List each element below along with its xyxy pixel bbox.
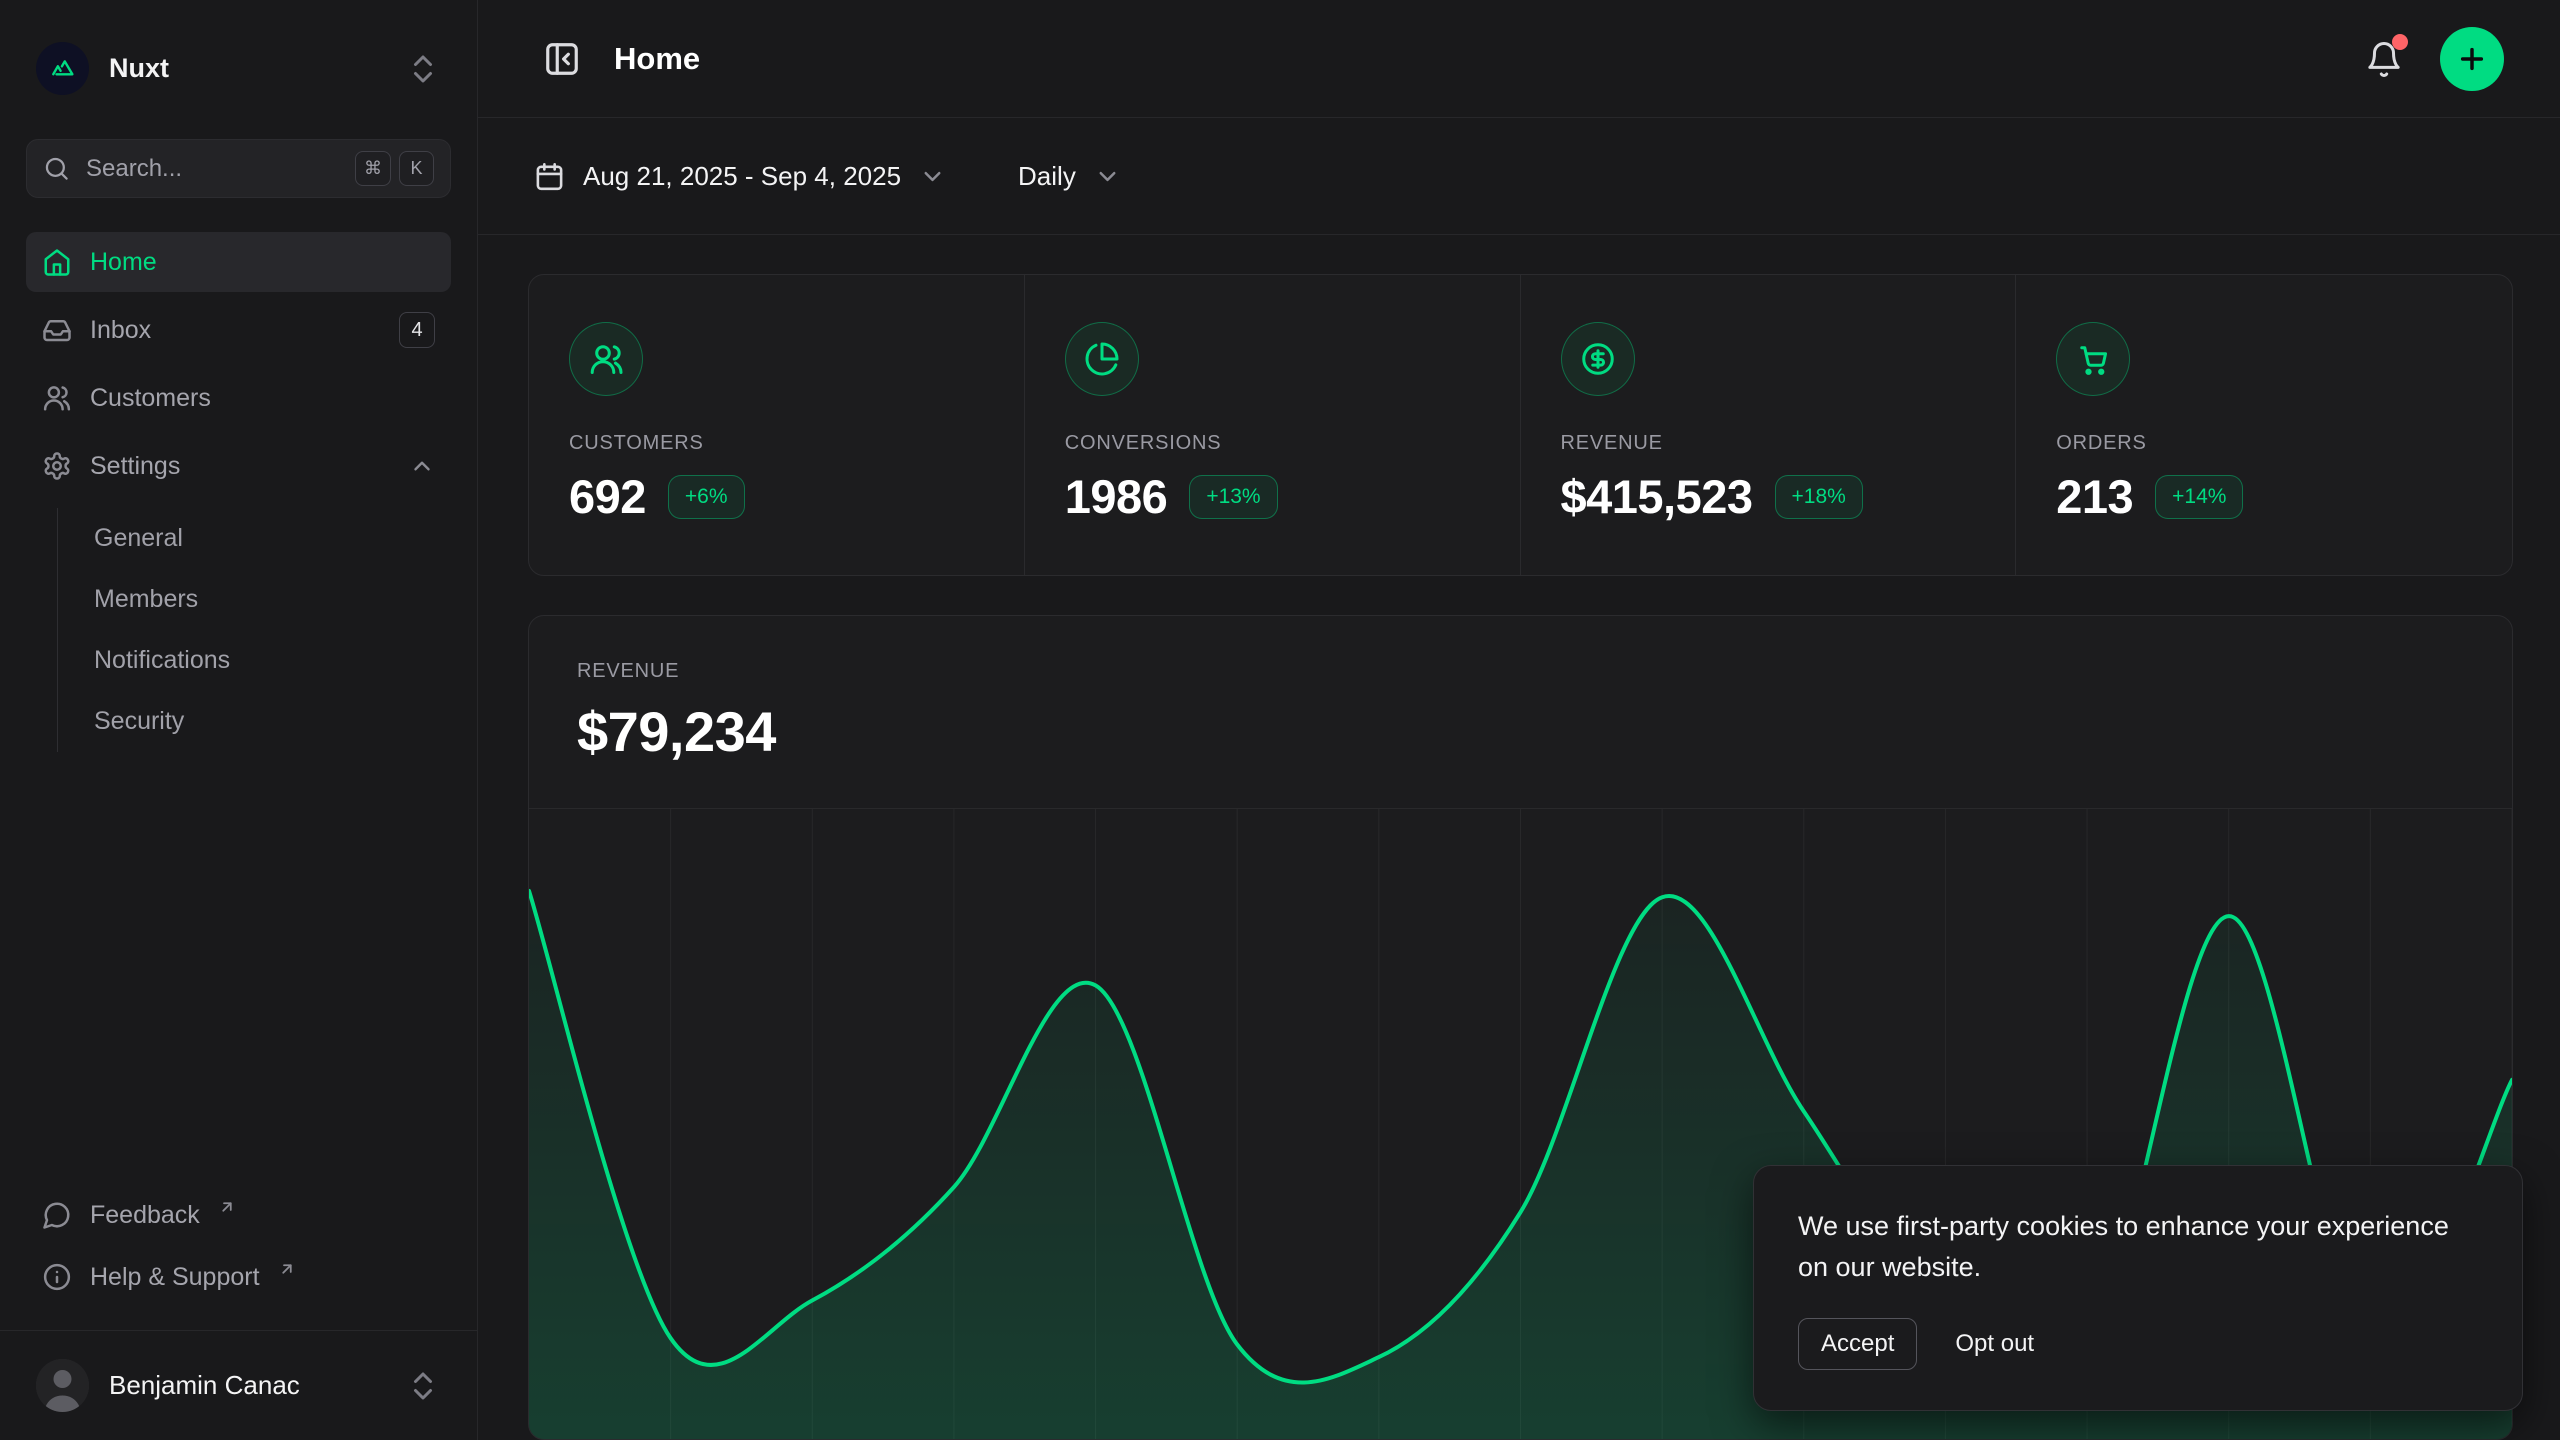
cookie-message: We use first-party cookies to enhance yo…: [1798, 1206, 2478, 1288]
stats-panel: CUSTOMERS 692 +6% CONVERSIONS 1986 +13%: [528, 274, 2513, 576]
inbox-icon: [42, 315, 72, 345]
chevron-down-icon: [1094, 163, 1121, 190]
collapse-sidebar-button[interactable]: [534, 31, 590, 87]
stat-value: $415,523: [1561, 469, 1753, 524]
gear-icon: [42, 451, 72, 481]
app-root: Nuxt Search... ⌘ K: [0, 0, 2560, 1440]
stat-customers[interactable]: CUSTOMERS 692 +6%: [529, 275, 1025, 575]
users-icon: [569, 322, 643, 396]
inbox-count-badge: 4: [399, 312, 435, 348]
kbd-cmd: ⌘: [355, 151, 391, 186]
dollar-circle-icon: [1561, 322, 1635, 396]
team-name: Nuxt: [109, 53, 385, 84]
sidebar-footer: Feedback Help & Support: [26, 1184, 451, 1330]
calendar-icon: [534, 161, 565, 192]
sidebar-subitem-general[interactable]: General: [58, 508, 451, 569]
info-circle-icon: [42, 1262, 72, 1292]
feedback-link[interactable]: Feedback: [26, 1184, 451, 1246]
pie-chart-icon: [1065, 322, 1139, 396]
revenue-value: $79,234: [577, 699, 2464, 764]
help-support-link[interactable]: Help & Support: [26, 1246, 451, 1308]
stat-delta-badge: +6%: [668, 475, 745, 519]
stat-delta-badge: +13%: [1189, 475, 1277, 519]
sidebar-item-label: Inbox: [90, 316, 151, 345]
sidebar-item-customers[interactable]: Customers: [26, 368, 451, 428]
sidebar-item-inbox[interactable]: Inbox 4: [26, 300, 451, 360]
notifications-button[interactable]: [2356, 31, 2412, 87]
avatar: [36, 1359, 89, 1412]
search-input[interactable]: Search... ⌘ K: [26, 139, 451, 198]
sidebar-item-home[interactable]: Home: [26, 232, 451, 292]
sidebar-subitem-notifications[interactable]: Notifications: [58, 630, 451, 691]
user-strip: Benjamin Canac: [0, 1330, 477, 1440]
chevrons-up-down-icon: [405, 1368, 441, 1404]
search-icon: [43, 155, 70, 182]
plus-icon: [2456, 43, 2488, 75]
feedback-label: Feedback: [90, 1201, 200, 1230]
sidebar-item-settings[interactable]: Settings: [26, 436, 451, 496]
page-title: Home: [614, 41, 700, 77]
chevron-down-icon: [919, 163, 946, 190]
date-range-label: Aug 21, 2025 - Sep 4, 2025: [583, 161, 901, 192]
stat-label: CONVERSIONS: [1065, 432, 1480, 455]
accept-button[interactable]: Accept: [1798, 1318, 1917, 1370]
sidebar-item-label: Home: [90, 248, 157, 277]
stat-delta-badge: +14%: [2155, 475, 2243, 519]
granularity-label: Daily: [1018, 161, 1076, 192]
cart-icon: [2056, 322, 2130, 396]
page-header: Home: [478, 0, 2560, 118]
sidebar-subitem-members[interactable]: Members: [58, 569, 451, 630]
sidebar: Nuxt Search... ⌘ K: [0, 0, 478, 1440]
stat-conversions[interactable]: CONVERSIONS 1986 +13%: [1025, 275, 1521, 575]
search-placeholder: Search...: [86, 155, 339, 183]
stat-orders[interactable]: ORDERS 213 +14%: [2016, 275, 2512, 575]
user-name: Benjamin Canac: [109, 1370, 385, 1401]
notification-dot: [2392, 34, 2408, 50]
message-bubble-icon: [42, 1200, 72, 1230]
chevrons-up-down-icon: [405, 51, 441, 87]
stat-revenue[interactable]: REVENUE $415,523 +18%: [1521, 275, 2017, 575]
main: Home Aug 21, 2025 - Sep 4, 2025: [478, 0, 2560, 1440]
sidebar-nav: Home Inbox 4 Customers: [26, 232, 451, 752]
search-shortcut: ⌘ K: [355, 151, 434, 186]
stat-value: 692: [569, 469, 646, 524]
revenue-label: REVENUE: [577, 660, 2464, 683]
cookie-banner: We use first-party cookies to enhance yo…: [1753, 1165, 2523, 1411]
chevron-up-icon: [409, 453, 435, 479]
header-actions: [2356, 27, 2504, 91]
help-support-label: Help & Support: [90, 1263, 260, 1292]
team-switcher[interactable]: Nuxt: [26, 36, 451, 101]
panel-left-close-icon: [543, 40, 581, 78]
sidebar-scroll: Nuxt Search... ⌘ K: [0, 0, 477, 1330]
sidebar-item-label: Customers: [90, 384, 211, 413]
revenue-header: REVENUE $79,234: [529, 616, 2512, 764]
sidebar-item-label: Settings: [90, 452, 180, 481]
toolbar: Aug 21, 2025 - Sep 4, 2025 Daily: [478, 118, 2560, 235]
external-link-icon: [278, 1260, 296, 1278]
user-menu[interactable]: Benjamin Canac: [26, 1351, 451, 1420]
stat-label: CUSTOMERS: [569, 432, 984, 455]
users-icon: [42, 383, 72, 413]
external-link-icon: [218, 1198, 236, 1216]
stat-value: 213: [2056, 469, 2133, 524]
opt-out-button[interactable]: Opt out: [1955, 1330, 2034, 1358]
home-icon: [42, 247, 72, 277]
sidebar-subitem-security[interactable]: Security: [58, 691, 451, 752]
stat-label: REVENUE: [1561, 432, 1976, 455]
nuxt-logo-icon: [36, 42, 89, 95]
cookie-actions: Accept Opt out: [1798, 1318, 2478, 1370]
kbd-k: K: [399, 151, 434, 186]
stat-label: ORDERS: [2056, 432, 2472, 455]
add-button[interactable]: [2440, 27, 2504, 91]
date-range-picker[interactable]: Aug 21, 2025 - Sep 4, 2025: [534, 161, 946, 192]
settings-submenu: General Members Notifications Security: [57, 508, 451, 752]
granularity-select[interactable]: Daily: [1018, 161, 1121, 192]
stat-delta-badge: +18%: [1775, 475, 1863, 519]
stat-value: 1986: [1065, 469, 1168, 524]
